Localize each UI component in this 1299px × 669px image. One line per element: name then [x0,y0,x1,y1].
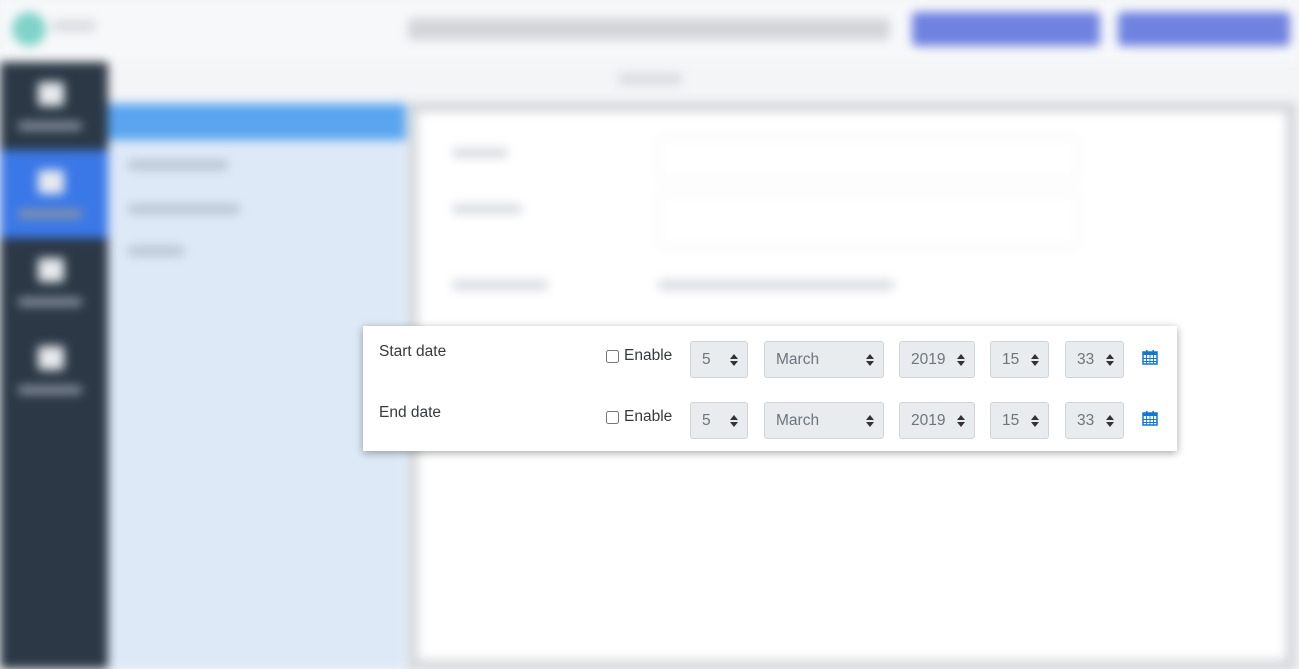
rail-item-1[interactable] [0,62,108,150]
rail-item-label [18,298,82,306]
rail-item-label [18,210,82,218]
start-month-value: March [776,351,820,368]
select-arrows-icon [730,415,738,427]
rail-item-4[interactable] [0,326,108,414]
field-label [452,280,548,290]
end-year-value: 2019 [911,412,946,429]
end-month-select[interactable]: March [764,402,884,439]
logo [12,12,46,46]
start-date-enable-label: Enable [624,347,673,364]
textarea[interactable] [658,192,1078,248]
select-arrows-icon [1106,415,1114,427]
start-month-select[interactable]: March [764,341,884,378]
rail-item-2[interactable] [0,150,108,238]
select-arrows-icon [1031,415,1039,427]
end-day-value: 5 [702,412,711,429]
date-range-panel: Start date Enable 5 March 2019 15 33 End… [363,326,1177,451]
select-arrows-icon [730,354,738,366]
rail-item-3[interactable] [0,238,108,326]
end-date-row: End date Enable 5 March 2019 15 33 [363,387,1177,447]
select-arrows-icon [1106,354,1114,366]
select-arrows-icon [957,354,965,366]
end-date-label: End date [379,404,442,421]
end-minute-value: 33 [1077,412,1095,429]
start-minute-value: 33 [1077,351,1095,368]
end-date-enable-checkbox[interactable] [606,410,619,424]
start-date-row: Start date Enable 5 March 2019 15 33 [363,326,1177,386]
page-subtitle [618,74,682,84]
secondary-nav-item[interactable] [128,204,240,214]
end-date-enable[interactable]: Enable [606,408,672,426]
top-action-button-2[interactable] [1118,12,1290,46]
select-arrows-icon [866,415,874,427]
start-minute-select[interactable]: 33 [1065,341,1124,378]
list-icon [38,258,64,282]
end-date-enable-label: Enable [624,408,673,425]
rail-item-label [18,386,82,394]
secondary-nav-item-active[interactable] [108,104,406,140]
start-hour-value: 15 [1002,351,1020,368]
top-bar [0,0,1299,84]
start-hour-select[interactable]: 15 [990,341,1049,378]
end-year-select[interactable]: 2019 [899,402,975,439]
top-action-button-1[interactable] [912,12,1100,46]
page-title [408,18,890,40]
end-minute-select[interactable]: 33 [1065,402,1124,439]
calendar-icon[interactable] [1142,410,1158,426]
end-month-value: March [776,412,820,429]
end-hour-value: 15 [1002,412,1020,429]
checkbox-label [658,280,894,290]
start-date-enable-checkbox[interactable] [606,349,619,363]
start-day-value: 5 [702,351,711,368]
edit-icon [38,170,64,194]
start-date-label: Start date [379,343,447,360]
icon-rail [0,62,108,669]
start-date-enable[interactable]: Enable [606,347,672,365]
field-label [452,204,522,214]
rail-item-label [18,122,82,130]
text-input[interactable] [658,136,1078,180]
select-arrows-icon [957,415,965,427]
calendar-icon[interactable] [1142,349,1158,365]
secondary-nav-item[interactable] [128,246,184,256]
secondary-nav [108,100,406,669]
select-arrows-icon [866,354,874,366]
start-year-value: 2019 [911,351,946,368]
field-label [452,148,508,158]
select-arrows-icon [1031,354,1039,366]
start-year-select[interactable]: 2019 [899,341,975,378]
end-hour-select[interactable]: 15 [990,402,1049,439]
home-icon [38,82,64,106]
end-day-select[interactable]: 5 [690,402,748,439]
chart-icon [38,346,64,370]
start-day-select[interactable]: 5 [690,341,748,378]
secondary-nav-item[interactable] [128,160,228,170]
logo-text [52,20,96,32]
